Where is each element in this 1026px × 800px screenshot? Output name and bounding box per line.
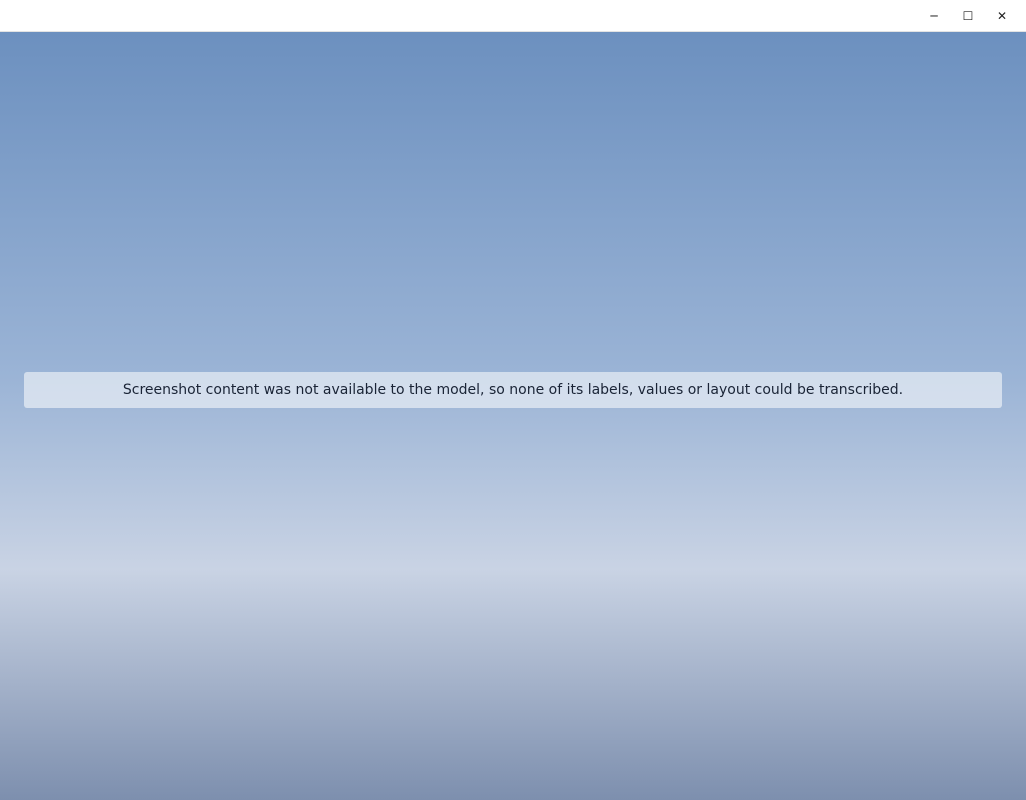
close-button[interactable]: ✕ (988, 5, 1016, 27)
window-titlebar: ─ ☐ ✕ (0, 0, 1026, 32)
maximize-button[interactable]: ☐ (954, 5, 982, 27)
app-viewport: Screenshot content was not available to … (0, 32, 1026, 800)
minimize-button[interactable]: ─ (920, 5, 948, 27)
window-controls: ─ ☐ ✕ (920, 5, 1016, 27)
missing-image-notice: Screenshot content was not available to … (24, 372, 1002, 408)
